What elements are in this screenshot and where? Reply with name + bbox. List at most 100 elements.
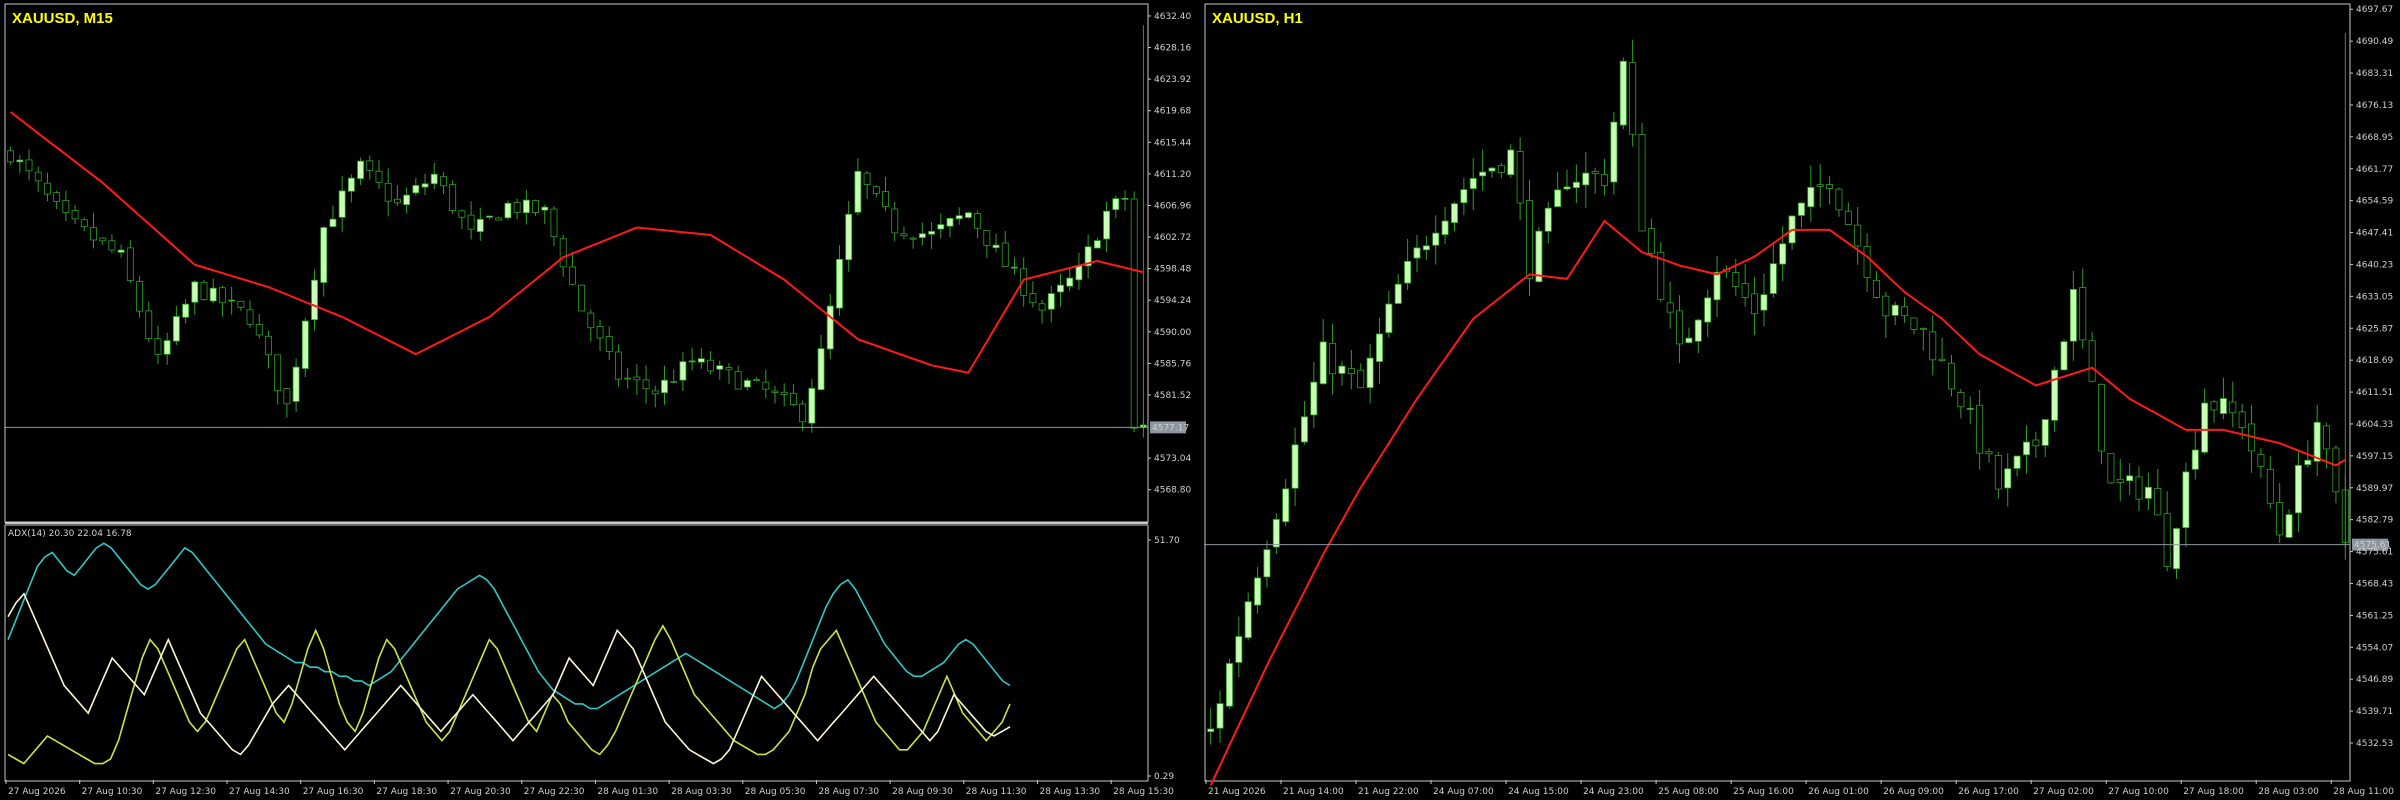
time-axis-label: 27 Aug 10:30 xyxy=(82,787,143,797)
time-axis-label: 24 Aug 23:00 xyxy=(1583,787,1644,797)
time-axis-label: 27 Aug 2026 xyxy=(8,787,66,797)
candle-body xyxy=(2163,513,2171,567)
candle-body xyxy=(964,212,972,218)
candle-body xyxy=(2323,425,2331,450)
candle-body xyxy=(228,299,236,302)
price-axis-label: 4568.43 xyxy=(2356,579,2393,589)
candle-body xyxy=(670,381,678,383)
candle-body xyxy=(366,160,374,171)
candle-body xyxy=(1112,198,1120,211)
candle-body xyxy=(1797,202,1805,216)
candle-body xyxy=(2201,402,2209,453)
price-axis-label: 4585.76 xyxy=(1154,359,1191,369)
candle-body xyxy=(1093,240,1101,249)
candle-body xyxy=(1432,232,1440,246)
time-axis-label: 28 Aug 11:30 xyxy=(966,787,1027,797)
candle-body xyxy=(734,371,742,390)
candle-body xyxy=(467,214,475,230)
candle-body xyxy=(1422,245,1430,251)
candle-body xyxy=(393,198,401,204)
candle-body xyxy=(1685,337,1693,344)
candle-body xyxy=(421,183,429,188)
candle-body xyxy=(71,210,79,220)
candle-body xyxy=(762,381,770,390)
candle-body xyxy=(872,186,880,194)
time-axis-label: 24 Aug 07:00 xyxy=(1433,787,1494,797)
candle-body xyxy=(1516,151,1524,204)
candle-body xyxy=(1413,247,1421,259)
candle-body xyxy=(7,150,15,163)
candle-body xyxy=(1011,266,1018,269)
candle-body xyxy=(642,379,650,390)
candle-body xyxy=(1216,703,1224,729)
time-axis-label: 21 Aug 2026 xyxy=(1208,787,1266,797)
candle-body xyxy=(1319,341,1327,385)
candle-body xyxy=(311,279,318,321)
candle-body xyxy=(1310,381,1318,416)
candle-body xyxy=(1807,187,1815,208)
candle-body xyxy=(1385,303,1393,333)
candle-body xyxy=(1254,577,1262,606)
candle-body xyxy=(1103,210,1110,240)
time-axis-label: 27 Aug 12:30 xyxy=(155,787,216,797)
candle-body xyxy=(587,312,595,329)
candle-body xyxy=(550,208,558,238)
candle-body xyxy=(578,284,586,312)
price-axis-label: 4532.53 xyxy=(2356,739,2393,749)
price-axis-label: 4683.31 xyxy=(2356,69,2393,79)
candle-body xyxy=(1404,260,1412,284)
candle-body xyxy=(2013,455,2021,469)
candle-body xyxy=(329,218,337,227)
candle-body xyxy=(2060,341,2068,371)
time-axis-label: 27 Aug 22:30 xyxy=(524,787,585,797)
candle-body xyxy=(136,281,143,312)
candle-body xyxy=(44,182,51,195)
price-axis-label: 4640.23 xyxy=(2356,260,2393,270)
candle-body xyxy=(53,192,61,202)
candle-body xyxy=(2116,478,2124,483)
candle-body xyxy=(624,377,632,380)
candle-body xyxy=(292,366,300,402)
candle-body xyxy=(2210,401,2218,411)
time-axis-label: 28 Aug 03:30 xyxy=(671,787,732,797)
candle-body xyxy=(1366,357,1374,389)
price-axis-label: 4581.52 xyxy=(1154,391,1191,401)
candle-body xyxy=(255,324,263,336)
price-axis-label: 4633.05 xyxy=(2356,292,2393,302)
candle-body xyxy=(1507,149,1515,176)
price-axis-label: 4575.61 xyxy=(2356,548,2393,558)
candle-body xyxy=(117,249,125,253)
time-axis-label: 27 Aug 18:00 xyxy=(2183,787,2244,797)
price-axis-label: 4606.96 xyxy=(1154,201,1191,211)
candle-body xyxy=(1732,272,1740,287)
candle-body xyxy=(486,215,493,218)
candle-body xyxy=(1844,210,1852,225)
time-axis-label: 25 Aug 16:00 xyxy=(1733,787,1794,797)
candle-body xyxy=(771,390,779,393)
candle-body xyxy=(62,200,70,213)
candle-body xyxy=(1121,198,1129,200)
candle-body xyxy=(1497,165,1505,173)
candle-body xyxy=(596,325,604,339)
candle-body xyxy=(2229,401,2237,414)
candle-body xyxy=(283,388,291,405)
candle-body xyxy=(1751,293,1759,315)
candle-body xyxy=(891,208,899,234)
current-price-label: 4577.17 xyxy=(1152,423,1189,433)
candle-body xyxy=(1919,327,1927,330)
price-axis-label: 4625.87 xyxy=(2356,324,2393,334)
candle-body xyxy=(338,190,346,218)
time-axis-label: 27 Aug 16:30 xyxy=(303,787,364,797)
candle-body xyxy=(679,361,687,381)
candle-body xyxy=(2313,421,2321,462)
candle-body xyxy=(182,303,190,318)
candle-body xyxy=(2088,340,2096,382)
adx-indicator-label: ADX(14) 20.30 22.04 16.78 xyxy=(8,529,132,539)
candle-body xyxy=(412,185,420,194)
candle-body xyxy=(1441,220,1449,236)
adx-axis-label: 0.29 xyxy=(1154,772,1174,782)
candle-body xyxy=(1994,455,2002,490)
candle-body xyxy=(633,376,641,381)
time-axis-label: 26 Aug 17:00 xyxy=(1958,787,2019,797)
candle-body xyxy=(209,287,217,302)
